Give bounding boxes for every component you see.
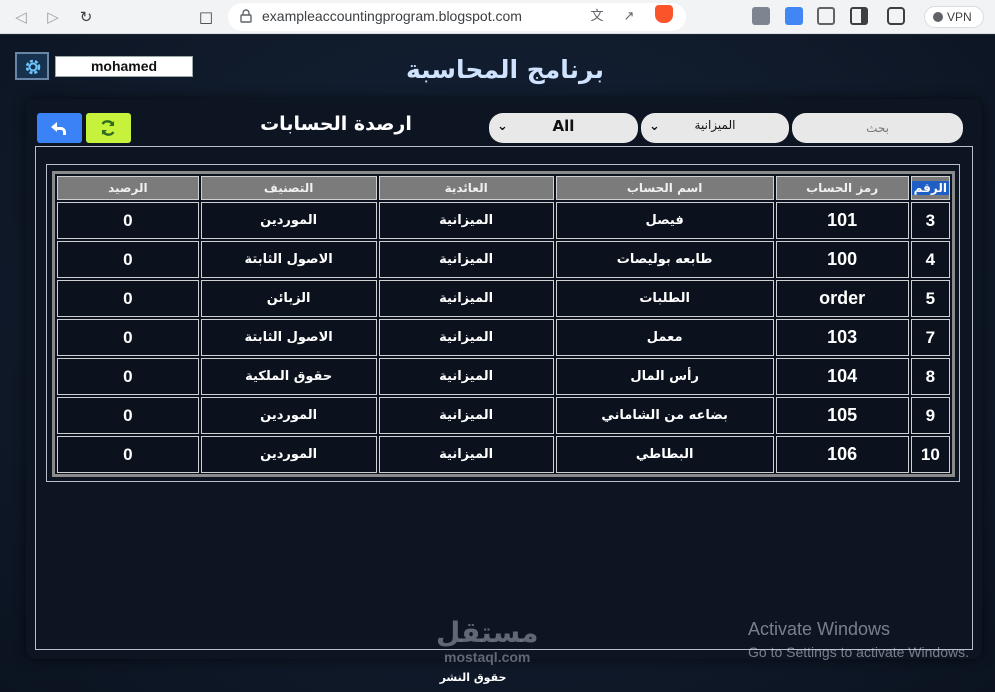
col-account-name-header[interactable]: اسم الحساب [555, 176, 774, 200]
cell-number: 4 [910, 241, 950, 278]
filter-all-select[interactable]: ⌄ All [489, 113, 638, 143]
cell-account-code: 105 [775, 397, 909, 434]
translate-icon[interactable]: 文 [588, 8, 606, 26]
cell-classification: الموردين [200, 436, 377, 473]
table-header-row: الرقم رمز الحساب اسم الحساب العائدية الت… [57, 176, 950, 200]
brave-shield-icon[interactable] [655, 5, 673, 23]
cell-account-name: معمل [555, 319, 774, 356]
cell-affiliation: الميزانية [378, 280, 554, 317]
table-frame: الرقم رمز الحساب اسم الحساب العائدية الت… [46, 164, 960, 482]
cell-account-name: رأس المال [555, 358, 774, 395]
table-row[interactable]: 8 104 رأس المال الميزانية حقوق الملكية 0 [57, 358, 950, 395]
refresh-button[interactable] [86, 113, 131, 143]
accounts-balances-panel: ارصدة الحسابات ⌄ All ⌄ الميزانية الرقم ر… [26, 99, 982, 659]
wallet-icon[interactable] [887, 7, 905, 25]
back-arrow-icon[interactable]: ◁ [11, 7, 31, 27]
share-icon[interactable]: ↗ [620, 8, 638, 26]
table-row[interactable]: 3 101 فيصل الميزانية الموردين 0 [57, 202, 950, 239]
app-title: برنامج المحاسبة [406, 55, 604, 84]
cell-account-code: 101 [775, 202, 909, 239]
cell-classification: الزبائن [200, 280, 377, 317]
activate-windows-watermark: Activate Windows Go to Settings to activ… [748, 619, 969, 660]
cell-account-name: الطلبات [555, 280, 774, 317]
col-affiliation-header[interactable]: العائدية [378, 176, 554, 200]
cell-account-name: البطاطي [555, 436, 774, 473]
cell-balance: 0 [57, 280, 199, 317]
cell-classification: الموردين [200, 202, 377, 239]
browser-toolbar: ◁ ▷ ↻ □ exampleaccountingprogram.blogspo… [0, 0, 995, 34]
cell-affiliation: الميزانية [378, 319, 554, 356]
col-number-header[interactable]: الرقم [910, 176, 950, 200]
cell-classification: الاصول الثابتة [200, 319, 377, 356]
cell-classification: الموردين [200, 397, 377, 434]
vpn-label: VPN [947, 10, 972, 24]
table-row[interactable]: 5 order الطلبات الميزانية الزبائن 0 [57, 280, 950, 317]
filter-type-value: الميزانية [694, 118, 736, 132]
accounts-table-wrap: الرقم رمز الحساب اسم الحساب العائدية الت… [52, 171, 955, 477]
activate-title: Activate Windows [748, 619, 891, 639]
url-text: exampleaccountingprogram.blogspot.com [262, 8, 522, 24]
cell-number: 10 [910, 436, 950, 473]
table-row[interactable]: 4 100 طابعه بوليصات الميزانية الاصول الثابتة… [57, 241, 950, 278]
address-bar[interactable]: exampleaccountingprogram.blogspot.com 文 … [228, 3, 686, 31]
copyright-text: حقوق النشر [439, 671, 507, 684]
table-row[interactable]: 10 106 البطاطي الميزانية الموردين 0 [57, 436, 950, 473]
cell-account-code: order [775, 280, 909, 317]
cell-balance: 0 [57, 202, 199, 239]
panel-title: ارصدة الحسابات [260, 113, 412, 135]
cell-affiliation: الميزانية [378, 241, 554, 278]
bookmark-icon[interactable]: □ [196, 7, 216, 27]
cell-account-code: 104 [775, 358, 909, 395]
cell-number: 3 [910, 202, 950, 239]
cell-affiliation: الميزانية [378, 436, 554, 473]
cell-classification: حقوق الملكية [200, 358, 377, 395]
accounts-table: الرقم رمز الحساب اسم الحساب العائدية الت… [55, 174, 952, 475]
cell-account-name: بضاعه من الشاماني [555, 397, 774, 434]
cell-account-code: 106 [775, 436, 909, 473]
cell-balance: 0 [57, 436, 199, 473]
cell-balance: 0 [57, 241, 199, 278]
table-row[interactable]: 7 103 معمل الميزانية الاصول الثابتة 0 [57, 319, 950, 356]
content-frame: الرقم رمز الحساب اسم الحساب العائدية الت… [35, 146, 973, 650]
col-classification-header[interactable]: التصنيف [200, 176, 377, 200]
app-area: mohamed برنامج المحاسبة ارصدة الحسابات ⌄… [0, 35, 995, 692]
sidebar-icon[interactable] [850, 7, 868, 25]
filter-type-select[interactable]: ⌄ الميزانية [641, 113, 789, 143]
cell-number: 7 [910, 319, 950, 356]
cell-number: 5 [910, 280, 950, 317]
col-account-code-header[interactable]: رمز الحساب [775, 176, 909, 200]
undo-arrow-icon [51, 122, 66, 135]
cell-affiliation: الميزانية [378, 358, 554, 395]
cell-affiliation: الميزانية [378, 202, 554, 239]
filter-all-value: All [552, 117, 575, 135]
cell-account-code: 100 [775, 241, 909, 278]
activate-subtitle: Go to Settings to activate Windows. [748, 644, 969, 660]
extension-icon[interactable] [752, 7, 770, 25]
cell-balance: 0 [57, 319, 199, 356]
forward-arrow-icon[interactable]: ▷ [43, 7, 63, 27]
cell-account-name: فيصل [555, 202, 774, 239]
mostaql-watermark: مستقل mostaql.com [436, 616, 539, 666]
lock-icon [240, 9, 252, 23]
cell-affiliation: الميزانية [378, 397, 554, 434]
translate-extension-icon[interactable] [785, 7, 803, 25]
reload-icon[interactable]: ↻ [76, 7, 96, 27]
mostaql-logo-en: mostaql.com [444, 649, 531, 665]
vpn-button[interactable]: VPN [924, 6, 984, 28]
refresh-icon [101, 120, 115, 136]
search-input[interactable] [792, 113, 963, 143]
vpn-status-icon [933, 12, 943, 22]
cell-number: 9 [910, 397, 950, 434]
mostaql-logo-ar: مستقل [436, 616, 539, 649]
cell-number: 8 [910, 358, 950, 395]
col-balance-header[interactable]: الرصيد [57, 176, 199, 200]
cell-account-name: طابعه بوليصات [555, 241, 774, 278]
cell-balance: 0 [57, 358, 199, 395]
cell-classification: الاصول الثابتة [200, 241, 377, 278]
cell-account-code: 103 [775, 319, 909, 356]
cell-balance: 0 [57, 397, 199, 434]
back-button[interactable] [37, 113, 82, 143]
puzzle-icon[interactable] [817, 7, 835, 25]
table-row[interactable]: 9 105 بضاعه من الشاماني الميزانية الموردين 0 [57, 397, 950, 434]
